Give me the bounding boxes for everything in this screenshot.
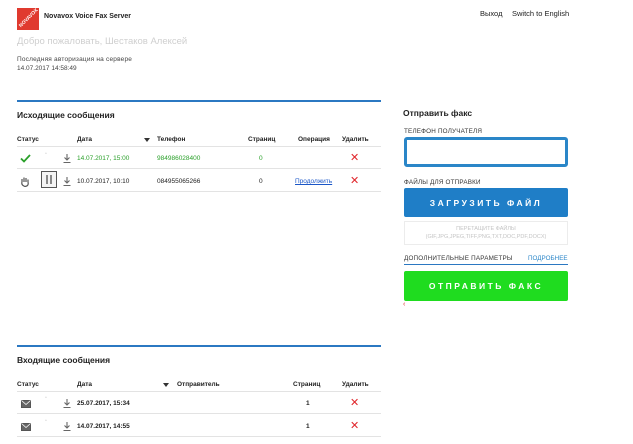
outgoing-col-pages[interactable]: Страниц <box>248 136 275 143</box>
incoming-divider <box>17 345 381 347</box>
document-thumbnail[interactable]: ▫ <box>45 151 47 157</box>
delete-icon[interactable]: ✕ <box>350 176 359 187</box>
continue-link[interactable]: Продолжить <box>295 178 332 185</box>
outgoing-col-phone[interactable]: Телефон <box>157 136 185 143</box>
outgoing-title: Исходящие сообщения <box>17 110 115 120</box>
table-row-divider <box>17 168 381 169</box>
send-fax-button[interactable]: ОТПРАВИТЬ ФАКС <box>404 271 568 301</box>
outgoing-col-date[interactable]: Дата <box>77 136 92 143</box>
outgoing-col-operation: Операция <box>298 136 330 143</box>
files-label: ФАЙЛЫ ДЛЯ ОТПРАВКИ <box>404 179 481 186</box>
advanced-more-link[interactable]: ПОДРОБНЕЕ <box>528 255 568 262</box>
send-fax-title: Отправить факс <box>403 108 473 118</box>
table-header-divider <box>17 391 381 392</box>
mail-icon <box>20 399 31 408</box>
chevron-left-icon[interactable]: ‹ <box>403 301 405 308</box>
delete-icon[interactable]: ✕ <box>350 398 359 409</box>
incoming-row-pages: 1 <box>306 400 310 407</box>
table-row-divider <box>17 191 381 192</box>
outgoing-row-pages: 0 <box>259 178 263 185</box>
logout-link[interactable]: Выход <box>480 9 502 18</box>
incoming-title: Входящие сообщения <box>17 355 111 365</box>
fax-thumbnail-content <box>46 175 52 184</box>
download-icon[interactable] <box>62 421 71 431</box>
outgoing-row-date: 10.07.2017, 10:10 <box>77 178 130 185</box>
table-header-divider <box>17 146 381 147</box>
mail-icon <box>20 422 31 431</box>
incoming-row-pages: 1 <box>306 423 310 430</box>
document-thumbnail[interactable]: ▫ <box>45 418 47 424</box>
incoming-col-sender[interactable]: Отправитель <box>177 381 220 388</box>
novavox-logo: NOVAVOX <box>17 7 40 30</box>
outgoing-row-phone: 084955065266 <box>157 178 201 185</box>
delete-icon[interactable]: ✕ <box>350 421 359 432</box>
download-icon[interactable] <box>62 176 71 186</box>
upload-file-button[interactable]: ЗАГРУЗИТЬ ФАЙЛ <box>404 188 568 217</box>
advanced-divider <box>404 264 568 265</box>
recipient-label: ТЕЛЕФОН ПОЛУЧАТЕЛЯ <box>404 128 483 135</box>
outgoing-row-pages: 0 <box>259 155 263 162</box>
incoming-row-date: 25.07.2017, 15:34 <box>77 400 130 407</box>
document-thumbnail[interactable]: ▫ <box>45 395 47 401</box>
logo-text: NOVAVOX <box>18 7 40 29</box>
incoming-col-date[interactable]: Дата <box>77 381 92 388</box>
outgoing-row-date: 14.07.2017, 15:00 <box>77 155 130 162</box>
delete-icon[interactable]: ✕ <box>350 153 359 164</box>
file-drop-zone[interactable]: ПЕРЕТАЩИТЕ ФАЙЛЫ (GIF,JPG,JPEG,TIFF,PNG,… <box>404 221 568 245</box>
table-row-divider <box>17 413 381 414</box>
app-name: Novavox Voice Fax Server <box>44 13 132 20</box>
hand-icon <box>19 175 31 187</box>
drop-hint-formats: (GIF,JPG,JPEG,TIFF,PNG,TXT,DOC,PDF,DOCX) <box>425 234 547 240</box>
recipient-phone-input[interactable] <box>404 137 568 167</box>
download-icon[interactable] <box>62 153 71 163</box>
fax-thumbnail[interactable] <box>41 171 57 188</box>
outgoing-col-delete: Удалить <box>342 136 369 143</box>
sort-down-icon[interactable] <box>143 137 151 143</box>
welcome-message: Добро пожаловать, Шестаков Алексей <box>17 36 188 47</box>
switch-language-link[interactable]: Switch to English <box>512 9 569 18</box>
incoming-row-date: 14.07.2017, 14:55 <box>77 423 130 430</box>
check-icon <box>19 153 31 163</box>
last-login-value: 14.07.2017 14:58:49 <box>17 65 77 72</box>
last-login-label: Последняя авторизация на сервере <box>17 56 133 63</box>
sort-down-icon[interactable] <box>162 382 170 388</box>
incoming-col-pages[interactable]: Страниц <box>293 381 320 388</box>
drop-hint-title: ПЕРЕТАЩИТЕ ФАЙЛЫ <box>456 226 516 232</box>
table-row-divider <box>17 436 381 437</box>
outgoing-row-phone: 984986028400 <box>157 155 201 162</box>
download-icon[interactable] <box>62 398 71 408</box>
outgoing-col-status[interactable]: Статус <box>17 136 39 143</box>
incoming-col-delete: Удалить <box>342 381 369 388</box>
outgoing-divider <box>17 100 381 102</box>
advanced-options-label: ДОПОЛНИТЕЛЬНЫЕ ПАРАМЕТРЫ <box>404 255 513 262</box>
incoming-col-status[interactable]: Статус <box>17 381 39 388</box>
